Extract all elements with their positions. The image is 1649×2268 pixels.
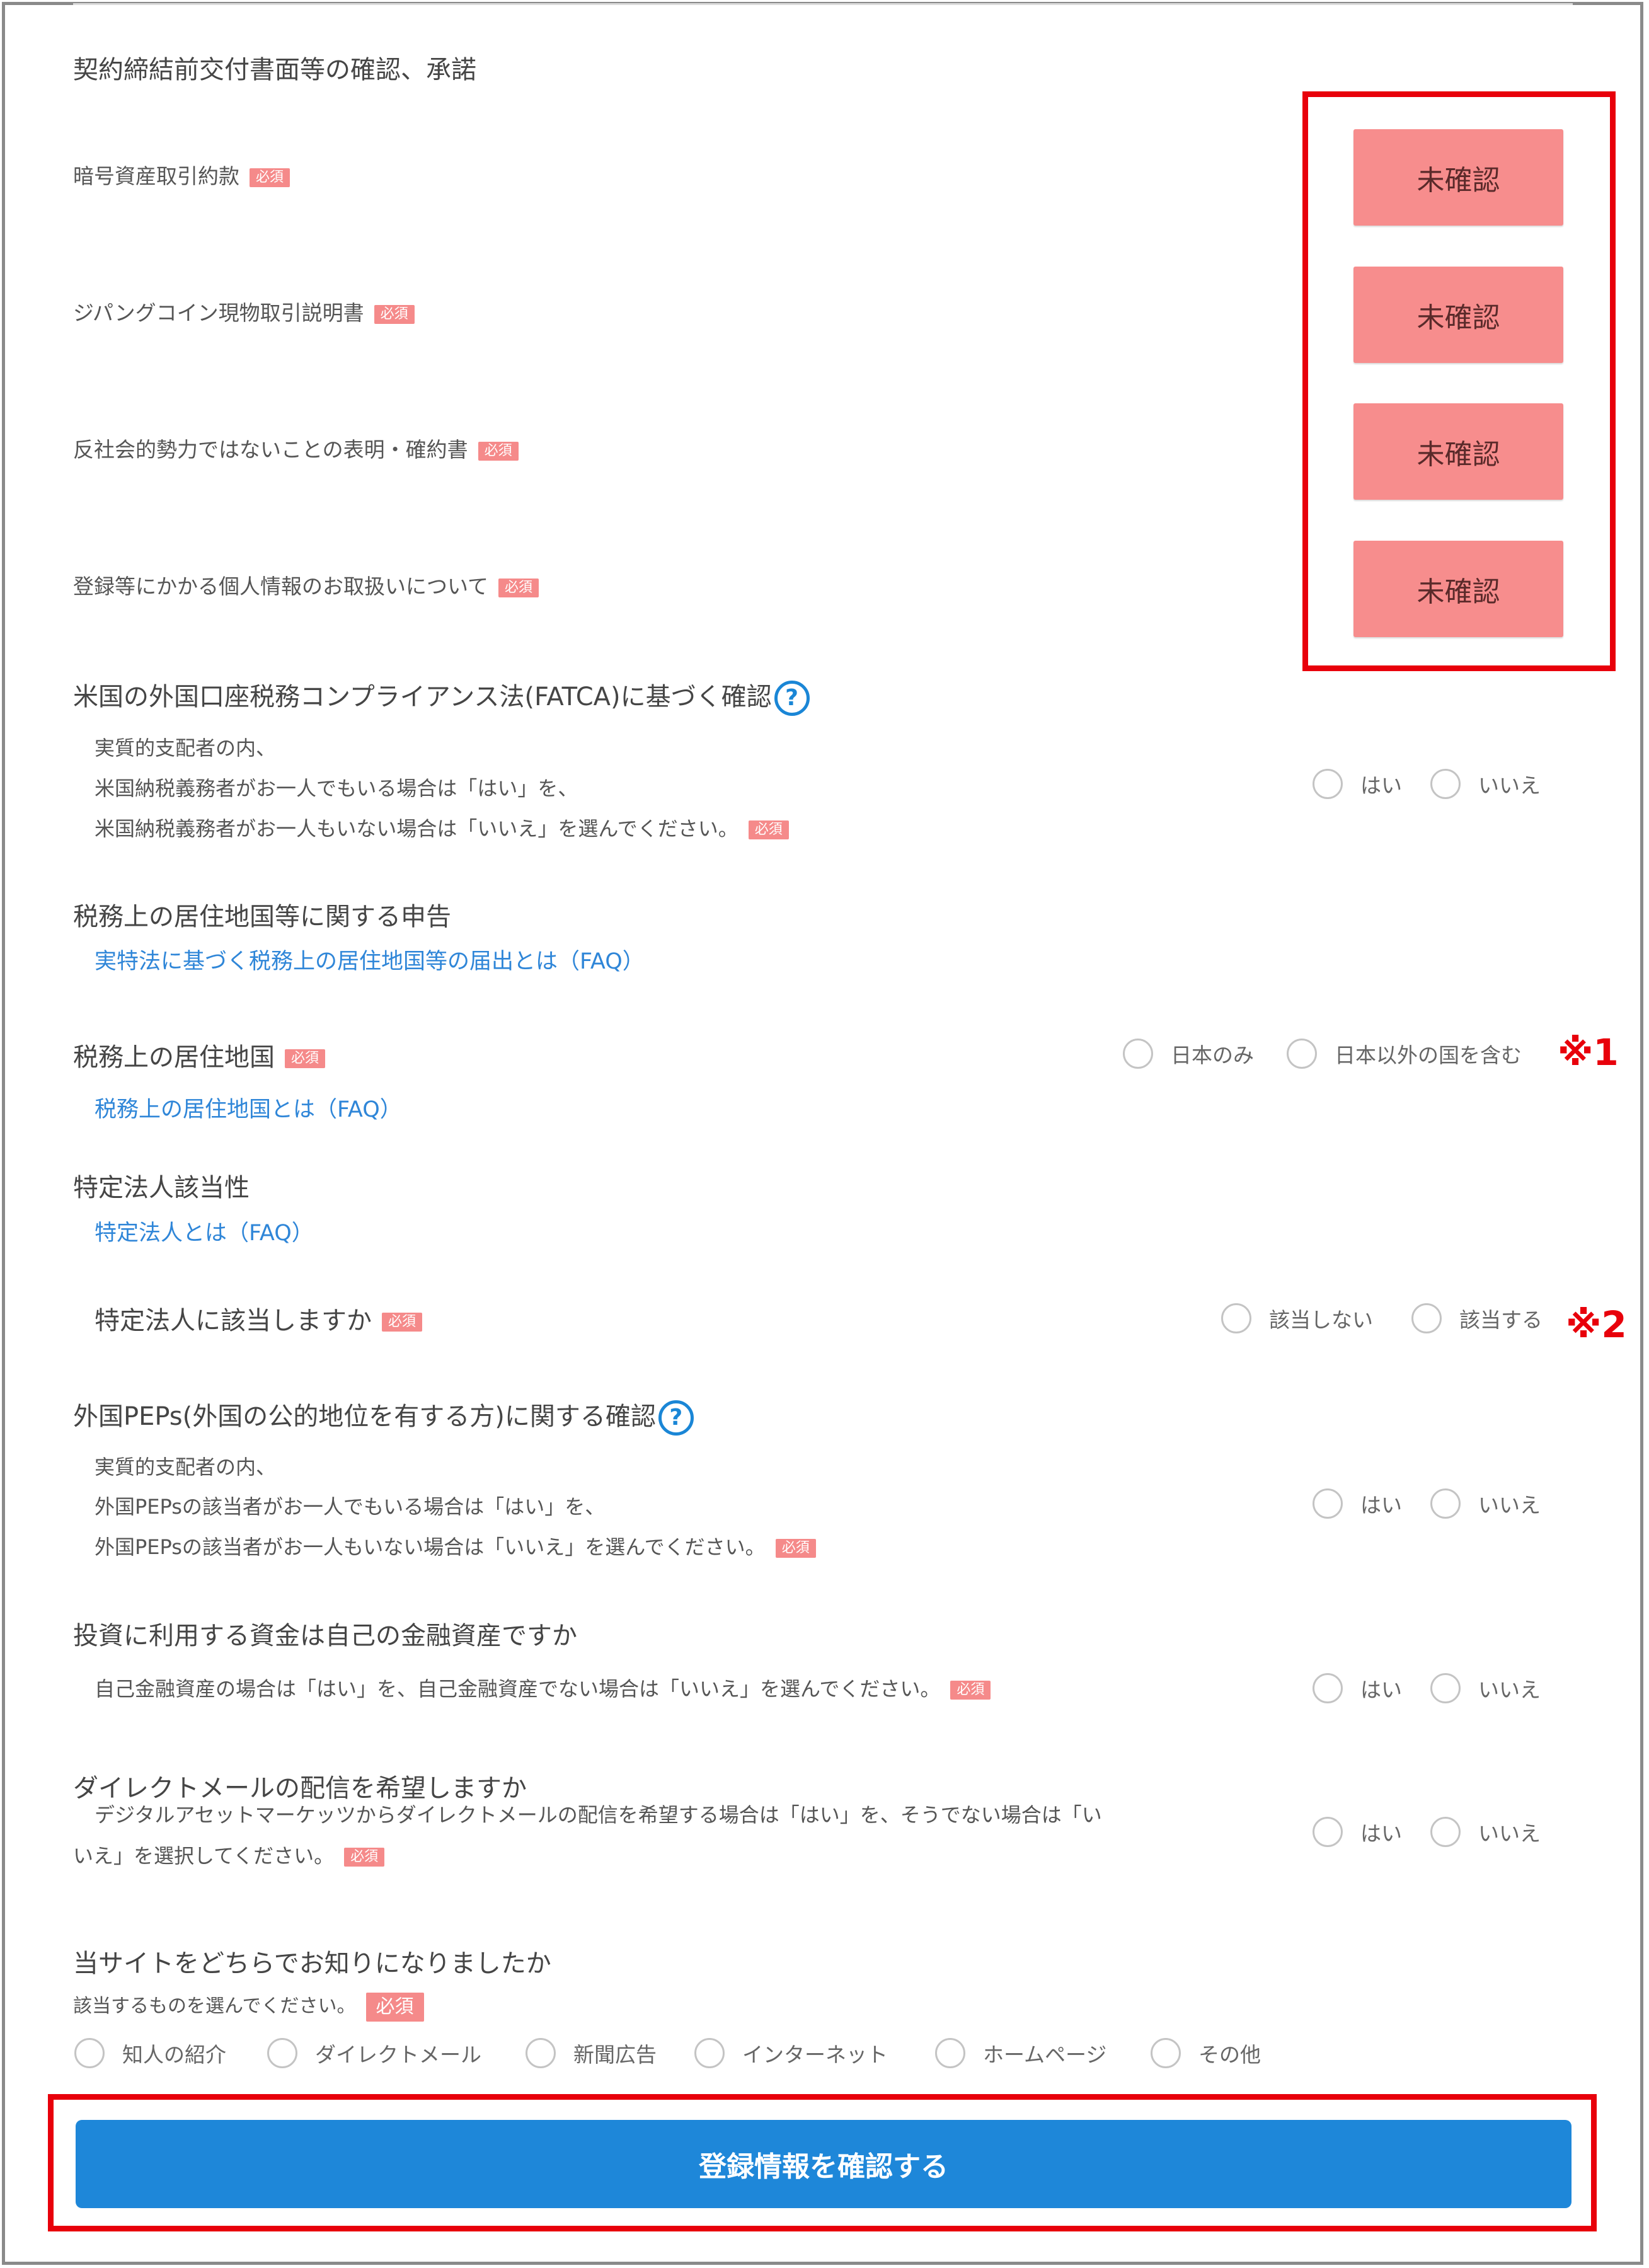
fatca-desc-1: 実質的支配者の内、 xyxy=(95,736,277,760)
funds-yes-radio[interactable]: はい xyxy=(1313,1673,1402,1703)
highlight-box-confirm-buttons xyxy=(1302,91,1616,671)
corp-section-title: 特定法人該当性 xyxy=(73,1173,250,1202)
peps-no-radio[interactable]: いいえ xyxy=(1430,1488,1541,1519)
required-badge: 必須 xyxy=(382,1313,423,1332)
radio-circle[interactable] xyxy=(1123,1039,1153,1069)
source-homepage-radio[interactable]: ホームページ xyxy=(935,2038,1106,2068)
funds-title: 投資に利用する資金は自己の金融資産ですか xyxy=(73,1621,577,1650)
question-help-icon[interactable]: ? xyxy=(774,681,810,716)
radio-circle[interactable] xyxy=(1430,1488,1461,1519)
doc-label-antisocial: 反社会的勢力ではないことの表明・確約書 必須 xyxy=(73,433,519,463)
doc-label-explanation: ジパングコイン現物取引説明書 必須 xyxy=(73,296,415,326)
source-desc: 該当するものを選んでください。 必須 xyxy=(73,1990,424,2022)
peps-desc-1: 実質的支配者の内、 xyxy=(95,1455,277,1479)
radio-circle[interactable] xyxy=(1287,1039,1317,1069)
tax-residence-faq-link[interactable]: 税務上の居住地国とは（FAQ） xyxy=(95,1091,402,1124)
radio-circle[interactable] xyxy=(1313,1488,1343,1519)
corp-yes-radio[interactable]: 該当する xyxy=(1411,1303,1543,1333)
radio-circle[interactable] xyxy=(526,2038,556,2068)
required-badge: 必須 xyxy=(365,1992,424,2022)
radio-circle[interactable] xyxy=(1313,769,1343,799)
radio-circle[interactable] xyxy=(1430,1673,1461,1703)
question-help-icon[interactable]: ? xyxy=(658,1400,694,1436)
note-marker-1: ※1 xyxy=(1558,1031,1619,1074)
radio-circle[interactable] xyxy=(935,2038,965,2068)
peps-desc-2: 外国PEPsの該当者がお一人でもいる場合は「はい」を、 xyxy=(95,1495,606,1519)
source-title: 当サイトをどちらでお知りになりましたか xyxy=(73,1949,551,1978)
peps-yes-radio[interactable]: はい xyxy=(1313,1488,1402,1519)
top-divider xyxy=(73,3,1573,5)
required-badge: 必須 xyxy=(775,1539,816,1558)
required-badge: 必須 xyxy=(478,441,519,461)
radio-circle[interactable] xyxy=(1313,1817,1343,1847)
source-acquaintance-radio[interactable]: 知人の紹介 xyxy=(74,2038,226,2068)
residence-other-radio[interactable]: 日本以外の国を含む xyxy=(1287,1039,1522,1069)
radio-circle[interactable] xyxy=(1221,1303,1251,1333)
radio-circle[interactable] xyxy=(1411,1303,1442,1333)
source-newspaper-radio[interactable]: 新聞広告 xyxy=(526,2038,657,2068)
peps-desc-3: 外国PEPsの該当者がお一人もいない場合は「いいえ」を選んでください。 必須 xyxy=(95,1531,816,1560)
tax-residence-label: 税務上の居住地国 必須 xyxy=(73,1037,326,1073)
corp-question: 特定法人に該当しますか 必須 xyxy=(95,1300,423,1337)
note-marker-2: ※2 xyxy=(1566,1303,1627,1346)
radio-circle[interactable] xyxy=(694,2038,725,2068)
peps-title: 外国PEPs(外国の公的地位を有する方)に関する確認? xyxy=(73,1396,694,1436)
contract-section-title: 契約締結前交付書面等の確認、承諾 xyxy=(73,55,476,84)
dm-desc-1: デジタルアセットマーケッツからダイレクトメールの配信を希望する場合は「はい」を、… xyxy=(95,1803,1102,1827)
funds-no-radio[interactable]: いいえ xyxy=(1430,1673,1541,1703)
fatca-no-radio[interactable]: いいえ xyxy=(1430,769,1541,799)
tax-faq-link[interactable]: 実特法に基づく税務上の居住地国等の届出とは（FAQ） xyxy=(95,943,645,976)
residence-japan-only-radio[interactable]: 日本のみ xyxy=(1123,1039,1254,1069)
fatca-desc-3: 米国納税義務者がお一人もいない場合は「いいえ」を選んでください。 必須 xyxy=(95,813,789,842)
tax-section-title: 税務上の居住地国等に関する申告 xyxy=(73,902,451,931)
required-badge: 必須 xyxy=(498,578,539,597)
radio-circle[interactable] xyxy=(1430,769,1461,799)
required-badge: 必須 xyxy=(250,168,290,187)
fatca-yes-radio[interactable]: はい xyxy=(1313,769,1402,799)
fatca-desc-2: 米国納税義務者がお一人でもいる場合は「はい」を、 xyxy=(95,776,578,800)
funds-desc: 自己金融資産の場合は「はい」を、自己金融資産でない場合は「いいえ」を選んでくださ… xyxy=(95,1673,991,1702)
radio-circle[interactable] xyxy=(1151,2038,1181,2068)
dm-no-radio[interactable]: いいえ xyxy=(1430,1817,1541,1847)
corp-no-radio[interactable]: 該当しない xyxy=(1221,1303,1373,1333)
radio-circle[interactable] xyxy=(1430,1817,1461,1847)
dm-desc-2: いえ」を選択してください。 必須 xyxy=(73,1840,385,1869)
dm-yes-radio[interactable]: はい xyxy=(1313,1817,1402,1847)
doc-label-privacy: 登録等にかかる個人情報のお取扱いについて 必須 xyxy=(73,570,539,600)
required-badge: 必須 xyxy=(950,1681,991,1700)
doc-label-terms: 暗号資産取引約款 必須 xyxy=(73,159,290,190)
required-badge: 必須 xyxy=(285,1049,326,1068)
radio-circle[interactable] xyxy=(1313,1673,1343,1703)
radio-circle[interactable] xyxy=(74,2038,105,2068)
radio-circle[interactable] xyxy=(267,2038,297,2068)
fatca-title: 米国の外国口座税務コンプライアンス法(FATCA)に基づく確認? xyxy=(73,676,810,716)
required-badge: 必須 xyxy=(344,1848,385,1867)
required-badge: 必須 xyxy=(748,820,789,839)
source-other-radio[interactable]: その他 xyxy=(1151,2038,1261,2068)
confirm-registration-button[interactable]: 登録情報を確認する xyxy=(76,2120,1571,2208)
corp-faq-link[interactable]: 特定法人とは（FAQ） xyxy=(95,1215,314,1247)
required-badge: 必須 xyxy=(374,304,415,324)
source-direct-mail-radio[interactable]: ダイレクトメール xyxy=(267,2038,481,2068)
source-internet-radio[interactable]: インターネット xyxy=(694,2038,888,2068)
